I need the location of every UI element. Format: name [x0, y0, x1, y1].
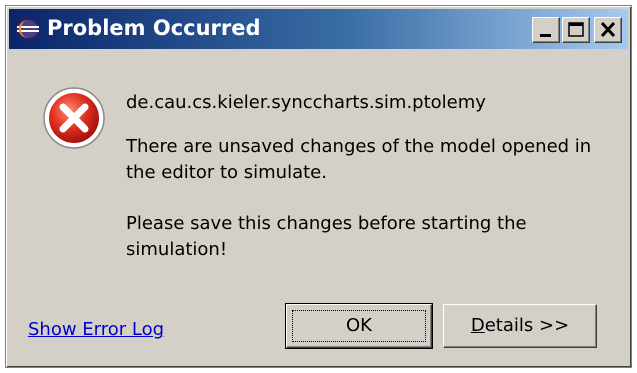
plugin-id: de.cau.cs.kieler.synccharts.sim.ptolemy — [126, 92, 486, 113]
title-bar[interactable]: Problem Occurred — [9, 9, 628, 49]
details-mnemonic: D — [470, 315, 485, 336]
maximize-button[interactable] — [562, 17, 590, 43]
ok-button-label: OK — [346, 315, 372, 336]
message-save-hint: Please save this changes before starting… — [126, 213, 527, 260]
minimize-icon — [540, 34, 551, 37]
window-title: Problem Occurred — [47, 16, 261, 40]
minimize-button[interactable] — [532, 17, 560, 43]
close-icon — [600, 21, 616, 38]
message-unsaved: There are unsaved changes of the model o… — [126, 136, 592, 183]
error-icon — [42, 86, 106, 150]
maximize-icon — [568, 22, 584, 37]
details-button-label: etails >> — [484, 315, 570, 336]
close-button[interactable] — [594, 17, 622, 43]
ok-button[interactable]: OK — [285, 303, 433, 349]
eclipse-icon — [15, 17, 41, 41]
show-error-log-link[interactable]: Show Error Log — [28, 319, 164, 340]
details-button[interactable]: Details >> — [443, 304, 597, 348]
problem-dialog: Problem Occurred de.cau.cs.kieler.syncch… — [5, 5, 632, 368]
